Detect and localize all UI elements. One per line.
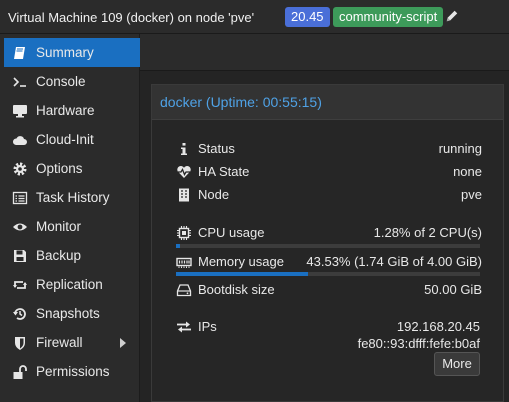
sidebar-item-permissions[interactable]: Permissions bbox=[4, 357, 140, 386]
bootdisk-row: Bootdisk size 50.00 GiB bbox=[176, 281, 482, 299]
sidebar-item-label: Firewall bbox=[36, 335, 83, 350]
page-title: Virtual Machine 109 (docker) on node 'pv… bbox=[8, 10, 255, 25]
ha-state-row: HA State none bbox=[176, 163, 482, 181]
content-toolbar bbox=[140, 34, 509, 71]
sidebar-item-monitor[interactable]: Monitor bbox=[4, 212, 140, 241]
gear-icon bbox=[13, 162, 27, 176]
sidebar-item-cloud-init[interactable]: Cloud-Init bbox=[4, 125, 140, 154]
ha-state-value: none bbox=[453, 164, 482, 179]
status-panel: docker (Uptime: 00:55:15) Status running… bbox=[151, 84, 504, 402]
shield-icon bbox=[15, 337, 25, 350]
memory-icon bbox=[176, 257, 192, 268]
memory-usage-bar-fill bbox=[176, 272, 309, 276]
cpu-row: CPU usage 1.28% of 2 CPU(s) bbox=[176, 224, 482, 242]
memory-row: Memory usage 43.53% (1.74 GiB of 4.00 Gi… bbox=[176, 253, 482, 271]
terminal-icon bbox=[13, 77, 26, 87]
pencil-icon[interactable] bbox=[445, 9, 459, 23]
sidebar-item-label: Replication bbox=[36, 277, 103, 292]
cpu-value: 1.28% of 2 CPU(s) bbox=[373, 225, 482, 240]
sidebar-item-label: Options bbox=[36, 161, 83, 176]
sidebar-item-console[interactable]: Console bbox=[4, 67, 140, 96]
sidebar-item-label: Permissions bbox=[36, 364, 110, 379]
hdd-icon bbox=[176, 284, 192, 297]
sidebar-item-snapshots[interactable]: Snapshots bbox=[4, 299, 140, 328]
cpu-usage-bar bbox=[176, 244, 480, 248]
desktop-icon bbox=[13, 105, 27, 118]
ip-address: fe80::93:dfff:fefe:b0af bbox=[357, 336, 480, 351]
sidebar-item-label: Task History bbox=[36, 190, 110, 205]
sidebar-item-label: Console bbox=[36, 74, 86, 89]
exchange-icon bbox=[177, 321, 191, 333]
book-icon bbox=[14, 47, 25, 59]
memory-value: 43.53% (1.74 GiB of 4.00 GiB) bbox=[306, 254, 482, 269]
cloud-icon bbox=[12, 136, 27, 145]
sidebar-item-label: Backup bbox=[36, 248, 82, 263]
tag-community-script[interactable]: community-script bbox=[333, 7, 444, 27]
tag-version[interactable]: 20.45 bbox=[285, 7, 330, 27]
floppy-icon bbox=[14, 250, 26, 262]
ip-address: 192.168.20.45 bbox=[396, 319, 480, 334]
sidebar-item-replication[interactable]: Replication bbox=[4, 270, 140, 299]
building-icon bbox=[179, 188, 189, 202]
sidebar-item-label: Snapshots bbox=[36, 306, 100, 321]
cpu-icon bbox=[177, 226, 191, 240]
info-icon bbox=[181, 143, 187, 155]
sidebar-item-label: Monitor bbox=[36, 219, 82, 234]
list-icon bbox=[12, 191, 28, 205]
memory-usage-bar bbox=[176, 272, 480, 276]
sidebar-item-summary[interactable]: Summary bbox=[4, 38, 140, 67]
sidebar: Summary Console Hardware Cloud-Init Opti… bbox=[0, 34, 140, 402]
sidebar-item-task-history[interactable]: Task History bbox=[4, 183, 140, 212]
sidebar-item-firewall[interactable]: Firewall bbox=[4, 328, 140, 357]
sidebar-item-label: Cloud-Init bbox=[36, 132, 94, 147]
cpu-usage-bar-fill bbox=[176, 244, 180, 248]
window-header: Virtual Machine 109 (docker) on node 'pv… bbox=[0, 0, 509, 34]
sidebar-item-label: Hardware bbox=[36, 103, 95, 118]
bootdisk-value: 50.00 GiB bbox=[424, 282, 482, 297]
retweet-icon bbox=[13, 281, 27, 289]
sidebar-item-backup[interactable]: Backup bbox=[4, 241, 140, 270]
more-button[interactable]: More bbox=[434, 352, 480, 376]
sidebar-item-label: Summary bbox=[36, 45, 94, 60]
panel-title: docker (Uptime: 00:55:15) bbox=[160, 94, 322, 110]
history-icon bbox=[13, 308, 26, 320]
sidebar-item-options[interactable]: Options bbox=[4, 154, 140, 183]
status-row: Status running bbox=[176, 140, 482, 158]
submenu-arrow-icon bbox=[120, 338, 126, 348]
panel-header: docker (Uptime: 00:55:15) bbox=[152, 85, 503, 120]
node-value: pve bbox=[461, 187, 482, 202]
eye-icon bbox=[13, 223, 27, 231]
status-value: running bbox=[438, 141, 482, 156]
node-row: Node pve bbox=[176, 186, 482, 204]
unlock-icon bbox=[13, 365, 27, 379]
sidebar-item-hardware[interactable]: Hardware bbox=[4, 96, 140, 125]
heartbeat-icon bbox=[177, 166, 191, 178]
